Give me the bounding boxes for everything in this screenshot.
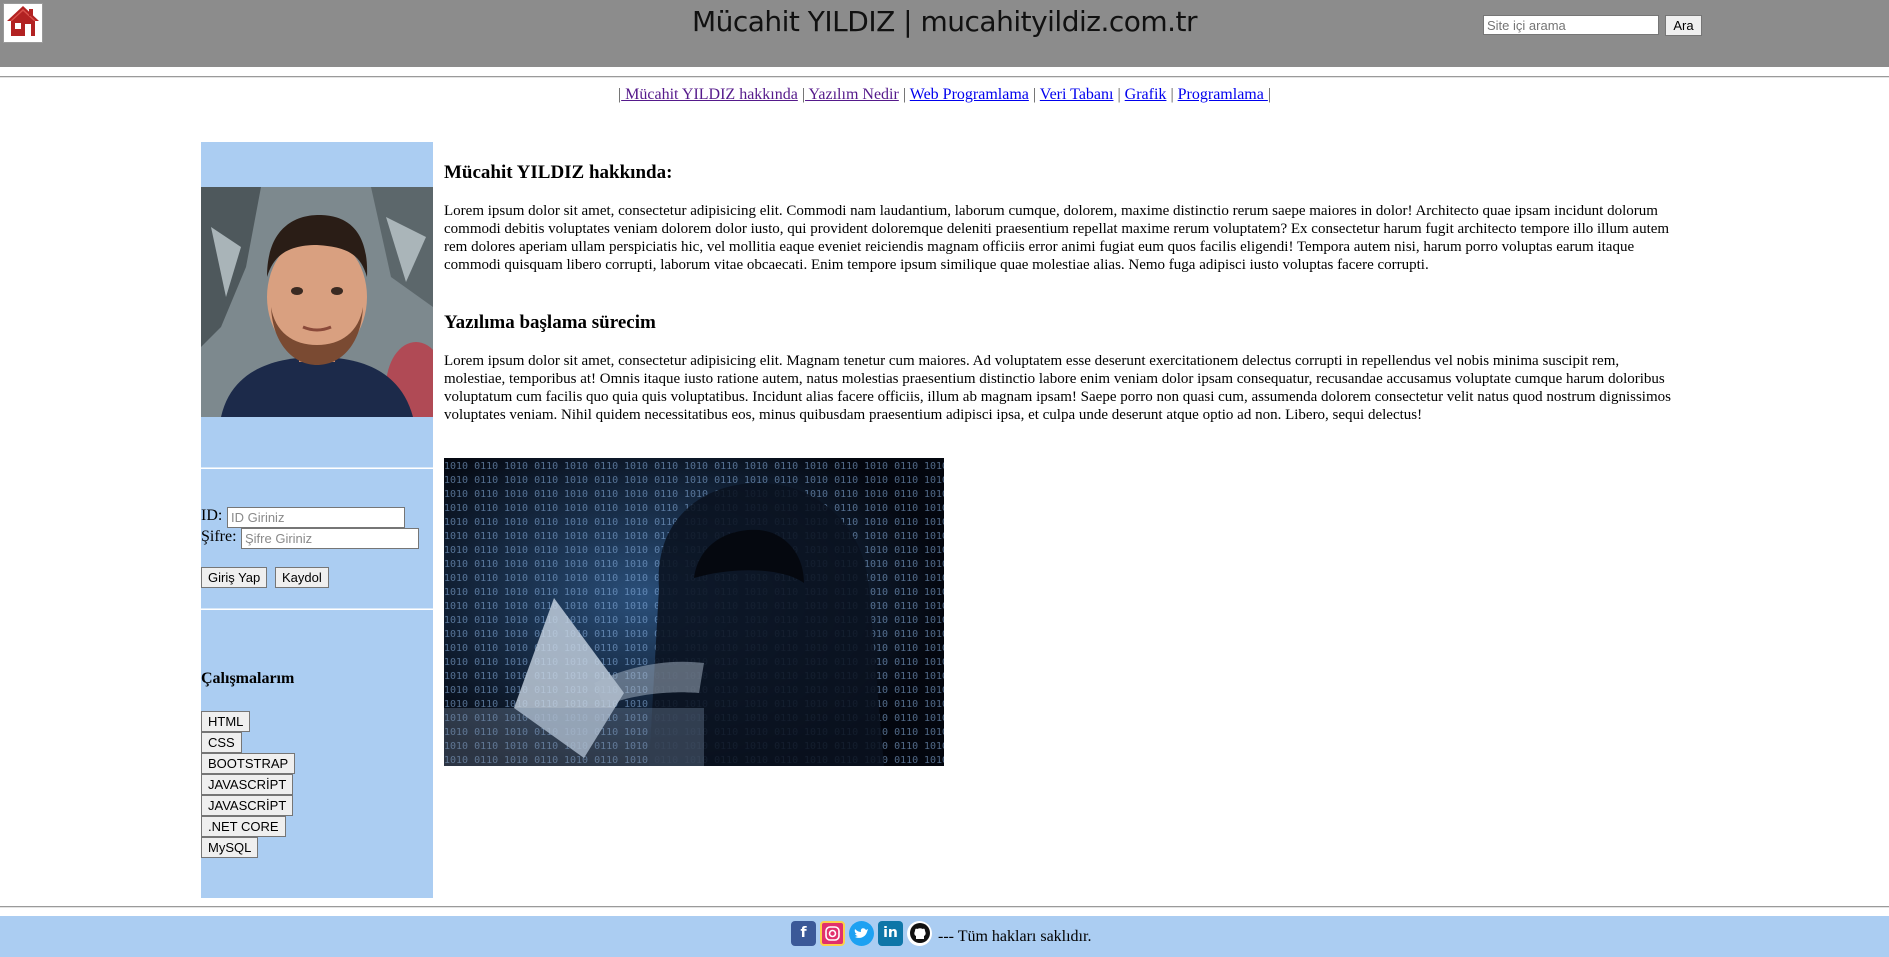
work-button-javascript-2[interactable]: JAVASCRİPT <box>201 795 294 816</box>
password-label: Şifre: <box>201 528 237 545</box>
twitter-icon[interactable] <box>849 920 874 946</box>
search-input[interactable] <box>1483 15 1659 35</box>
software-journey-heading: Yazılıma başlama sürecim <box>444 312 656 333</box>
main-nav: | Mücahit YILDIZ hakkında | Yazılım Nedi… <box>617 86 1272 103</box>
login-button[interactable]: Giriş Yap <box>201 567 268 588</box>
work-button-html[interactable]: HTML <box>201 711 251 732</box>
site-header: Mücahit YILDIZ | mucahityildiz.com.tr Ar… <box>0 0 1889 67</box>
hacker-image: 1010 0110 <box>444 458 944 766</box>
nav-link-web-programming[interactable]: Web Programlama <box>910 86 1029 103</box>
copyright-text: --- Tüm hakları saklıdır. <box>938 928 1092 945</box>
facebook-icon[interactable]: f <box>791 920 816 946</box>
work-button-dotnet-core[interactable]: .NET CORE <box>201 816 286 837</box>
nav-link-database[interactable]: Veri Tabanı <box>1040 86 1114 103</box>
register-button[interactable]: Kaydol <box>275 567 329 588</box>
site-footer: f in --- Tüm hakları saklıdır. <box>0 916 1889 957</box>
profile-photo <box>201 187 433 417</box>
sidebar-divider <box>201 467 433 469</box>
work-button-mysql[interactable]: MySQL <box>201 837 259 858</box>
work-button-javascript[interactable]: JAVASCRİPT <box>201 774 294 795</box>
nav-link-programming[interactable]: Programlama <box>1178 86 1268 103</box>
nav-link-what-is-software[interactable]: Yazılım Nedir <box>805 86 898 103</box>
about-text: Lorem ipsum dolor sit amet, consectetur … <box>444 203 1670 273</box>
sidebar: ID: Şifre: Giriş Yap Kaydol Çalışmalarım… <box>201 142 433 898</box>
id-field[interactable] <box>227 507 405 528</box>
footer-divider <box>0 906 1889 908</box>
search-button[interactable]: Ara <box>1665 15 1702 36</box>
nav-link-graphics[interactable]: Grafik <box>1125 86 1167 103</box>
software-journey-text: Lorem ipsum dolor sit amet, consectetur … <box>444 353 1671 423</box>
header-divider <box>0 76 1889 78</box>
work-button-css[interactable]: CSS <box>201 732 242 753</box>
works-heading: Çalışmalarım <box>201 670 295 687</box>
nav-link-about[interactable]: Mücahit YILDIZ hakkında <box>621 86 798 103</box>
about-heading: Mücahit YILDIZ hakkında: <box>444 162 673 183</box>
github-icon[interactable] <box>907 920 932 946</box>
id-label: ID: <box>201 507 223 524</box>
linkedin-icon[interactable]: in <box>878 920 903 946</box>
password-field[interactable] <box>241 528 419 549</box>
sidebar-divider <box>201 608 433 610</box>
work-button-bootstrap[interactable]: BOOTSTRAP <box>201 753 296 774</box>
instagram-icon[interactable] <box>820 920 845 946</box>
